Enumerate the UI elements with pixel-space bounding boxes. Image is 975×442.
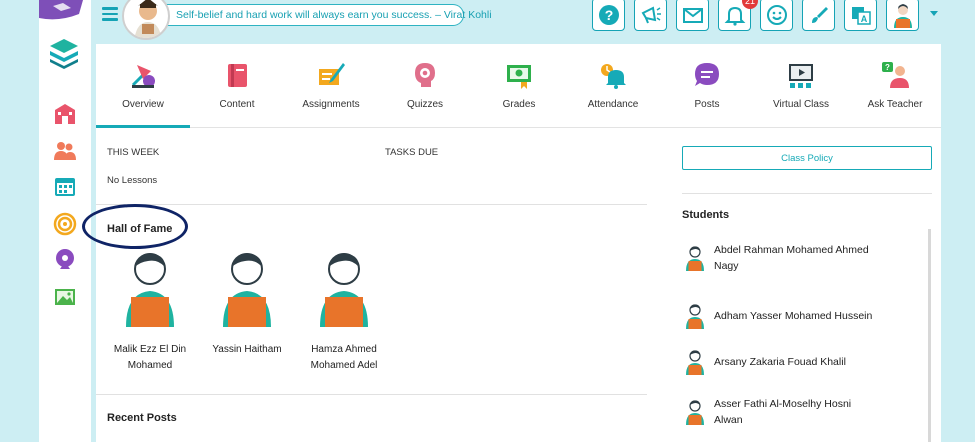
tab-label: Ask Teacher [867,99,923,110]
student-avatar-icon [686,350,704,375]
student-avatar-icon [320,253,368,327]
tab-label: Overview [122,99,164,110]
mood-button[interactable] [760,0,793,31]
student-name-line: Asser Fathi Al-Moselhy Hosni [714,398,852,410]
tab-label: Quizzes [406,99,444,110]
chevron-down-icon[interactable] [930,11,938,16]
tab-label: Posts [694,99,720,110]
no-lessons-text: No Lessons [107,175,158,186]
tab-label: Virtual Class [773,99,829,110]
divider [96,204,647,205]
notifications-button[interactable]: 21 [718,0,758,31]
user-avatar-icon [893,3,912,28]
student-name-line: Arsany Zakaria Fouad Khalil [714,356,846,368]
student-list-item[interactable]: Asser Fathi Al-Moselhy Hosni Alwan [682,396,912,430]
hall-of-fame-title: Hall of Fame [107,223,173,235]
tab-attendance[interactable]: Attendance [566,44,660,128]
students-scrollbar[interactable] [928,229,931,442]
tab-virtual-class[interactable]: Virtual Class [754,44,848,128]
student-name-line: Mohamed [127,360,173,371]
hall-of-fame-student[interactable]: Hamza Ahmed Mohamed Adel [291,249,397,374]
tab-quizzes[interactable]: Quizzes [378,44,472,128]
podcast-icon[interactable] [53,248,77,272]
this-week-label: THIS WEEK [107,147,160,158]
image-icon[interactable] [53,285,77,309]
students-title: Students [682,209,730,221]
tab-ask-teacher[interactable]: ? Ask Teacher [848,44,942,128]
student-list-item[interactable]: Arsany Zakaria Fouad Khalil [682,346,912,380]
svg-text:?: ? [604,7,613,23]
calendar-icon[interactable] [53,174,77,198]
tab-label: Assignments [302,99,360,110]
divider [682,193,932,194]
theme-button[interactable] [802,0,835,31]
menu-icon[interactable] [102,7,118,21]
tab-label: Attendance [587,99,639,110]
announcements-button[interactable] [634,0,667,31]
grades-icon [507,65,531,89]
class-card: Overview Content Assignments Quizzes Grades A… [82,44,941,442]
video-board-icon [789,64,813,88]
overview-icon [131,65,155,88]
student-list-item[interactable]: Adham Yasser Mohamed Hussein [682,300,912,334]
language-button[interactable]: A [844,0,877,31]
recent-posts-title: Recent Posts [107,412,177,424]
profile-button[interactable] [886,0,919,31]
help-button[interactable]: ? [592,0,625,31]
logo-stack-icon[interactable] [47,36,81,70]
student-name-line: Yassin Haitham [212,344,282,355]
tab-overview[interactable]: Overview [96,44,190,128]
student-avatar-icon [686,400,704,425]
envelope-icon [682,7,703,23]
tab-assignments[interactable]: Assignments [284,44,378,128]
megaphone-icon [641,6,661,23]
student-name-line: Malik Ezz El Din [113,344,187,355]
brand-ribbon-icon [39,0,83,20]
quiz-icon [415,63,435,87]
student-avatar-icon [686,246,704,271]
bell-icon [724,6,745,26]
student-avatar-icon [126,253,174,327]
student-name-line: Mohamed Adel [310,360,378,371]
target-icon[interactable] [53,212,77,236]
school-icon[interactable] [53,102,77,126]
svg-text:?: ? [885,63,890,72]
student-avatar-icon [686,304,704,329]
tab-posts[interactable]: Posts [660,44,754,128]
top-bar: Self-belief and hard work will always ea… [96,0,975,40]
users-icon[interactable] [53,138,77,162]
tab-content[interactable]: Content [190,44,284,128]
hall-of-fame-student[interactable]: Malik Ezz El Din Mohamed [97,249,203,374]
question-icon: ? [598,4,619,25]
hall-of-fame-student[interactable]: Yassin Haitham [194,249,300,358]
student-avatar-icon [223,253,271,327]
chat-icon [695,63,719,86]
student-name-line: Hamza Ahmed [311,344,377,355]
assignment-icon [319,63,345,85]
paintbrush-icon [811,6,828,23]
student-name-line: Nagy [714,260,739,272]
tasks-due-label: TASKS DUE [385,147,439,158]
messages-button[interactable] [676,0,709,31]
divider [96,394,647,395]
tab-label: Content [219,99,255,110]
bell-clock-icon [601,64,626,89]
svg-text:A: A [860,14,867,24]
translate-icon: A [851,6,871,25]
tab-bar: Overview Content Assignments Quizzes Grades A… [96,44,941,128]
ask-teacher-icon: ? [882,62,909,88]
student-list-item[interactable]: Abdel Rahman Mohamed Ahmed Nagy [682,242,912,276]
class-policy-button[interactable]: Class Policy [682,146,932,170]
tab-grades[interactable]: Grades [472,44,566,128]
student-name-line: Adham Yasser Mohamed Hussein [714,310,873,322]
smiley-icon [766,4,787,25]
tab-label: Grades [502,99,536,110]
student-name-line: Abdel Rahman Mohamed Ahmed [714,244,869,256]
mascot-avatar [122,0,170,40]
book-icon [228,64,247,87]
motivational-quote: Self-belief and hard work will always ea… [166,4,492,26]
student-name-line: Alwan [714,414,743,426]
